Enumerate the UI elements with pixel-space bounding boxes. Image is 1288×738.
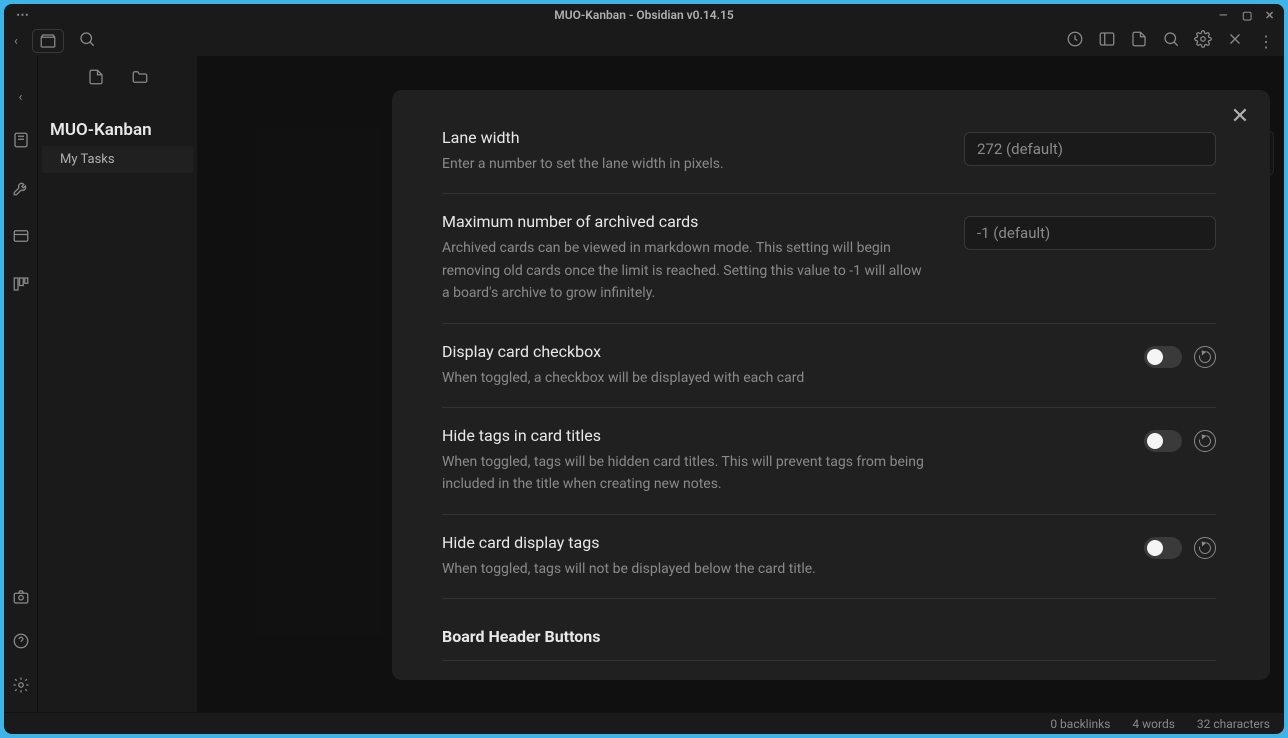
new-note-icon[interactable] [87,68,105,90]
ribbon-collapse-icon[interactable]: ‹ [19,90,23,105]
lane-width-input[interactable] [964,132,1216,166]
hide-tags-title-toggle[interactable] [1144,430,1182,452]
app-window: ⋯ MUO-Kanban - Obsidian v0.14.15 — ▢ ✕ ‹… [4,4,1284,734]
setting-desc: When toggled, a checkbox will be display… [442,367,942,389]
setting-label: Hide card display tags [442,533,1104,552]
setting-label: Maximum number of archived cards [442,212,924,231]
ribbon-card-icon[interactable] [12,227,30,249]
more-icon[interactable]: ⋮ [1258,32,1274,51]
status-words: 4 words [1132,717,1175,731]
reset-icon[interactable] [1194,346,1216,368]
setting-desc: When toggled, tags will be hidden card t… [442,451,942,496]
close-tab-icon[interactable] [1226,30,1244,52]
file-explorer-pane: MUO-Kanban My Tasks [38,56,198,712]
gear-icon[interactable] [1194,30,1212,52]
maximize-icon[interactable]: ▢ [1242,10,1253,21]
setting-label: Display card checkbox [442,342,1104,361]
clock-icon[interactable] [1066,30,1084,52]
window-title: MUO-Kanban - Obsidian v0.14.15 [554,8,734,22]
ribbon-camera-icon[interactable] [12,588,30,610]
status-backlinks[interactable]: 0 backlinks [1050,717,1110,731]
vault-name: MUO-Kanban [38,102,197,146]
ribbon-tool-icon[interactable] [12,179,30,201]
ribbon: ‹ [4,56,38,712]
reset-icon[interactable] [1194,430,1216,452]
section-header: Board Header Buttons [442,599,1216,661]
ribbon-note-icon[interactable] [12,131,30,153]
ribbon-settings-icon[interactable] [12,676,30,698]
setting-display-checkbox: Display card checkbox When toggled, a ch… [442,324,1216,408]
setting-label: Add a list [442,679,1104,680]
search2-icon[interactable] [1162,30,1180,52]
statusbar: 0 backlinks 4 words 32 characters [4,712,1284,734]
setting-label: Lane width [442,128,924,147]
settings-scroll[interactable]: Lane width Enter a number to set the lan… [442,110,1226,680]
setting-desc: When toggled, tags will not be displayed… [442,558,942,580]
titlebar: ⋯ MUO-Kanban - Obsidian v0.14.15 — ▢ ✕ [4,4,1284,26]
display-checkbox-toggle[interactable] [1144,346,1182,368]
ribbon-help-icon[interactable] [12,632,30,654]
main-area: 2⋮ ur ✕ Lane width Enter a number to set… [198,56,1284,712]
setting-hide-tags-title: Hide tags in card titles When toggled, t… [442,408,1216,515]
setting-desc: Enter a number to set the lane width in … [442,153,924,175]
note-icon[interactable] [1130,30,1148,52]
settings-modal: ✕ Lane width Enter a number to set the l… [392,90,1270,680]
ribbon-kanban-icon[interactable] [12,275,30,297]
status-chars: 32 characters [1197,717,1270,731]
toolbar: ‹ ⋮ [4,26,1284,56]
reset-icon[interactable] [1194,537,1216,559]
setting-hide-display-tags: Hide card display tags When toggled, tag… [442,515,1216,599]
menu-dots-icon[interactable]: ⋯ [16,8,29,23]
close-icon[interactable]: ✕ [1228,104,1252,128]
collapse-icon[interactable]: ‹ [14,34,18,49]
search-icon[interactable] [78,30,96,52]
max-archived-input[interactable] [964,216,1216,250]
setting-add-list: Add a list [442,661,1216,680]
setting-label: Hide tags in card titles [442,426,1104,445]
hide-display-tags-toggle[interactable] [1144,537,1182,559]
window-close-icon[interactable]: ✕ [1265,10,1276,21]
setting-desc: Archived cards can be viewed in markdown… [442,237,924,304]
panel-icon[interactable] [1098,30,1116,52]
setting-lane-width: Lane width Enter a number to set the lan… [442,110,1216,194]
file-item-active[interactable]: My Tasks [42,146,193,173]
minimize-icon[interactable]: — [1219,10,1230,21]
vault-icon[interactable] [32,29,64,53]
setting-max-archived: Maximum number of archived cards Archive… [442,194,1216,323]
new-folder-icon[interactable] [131,68,149,90]
